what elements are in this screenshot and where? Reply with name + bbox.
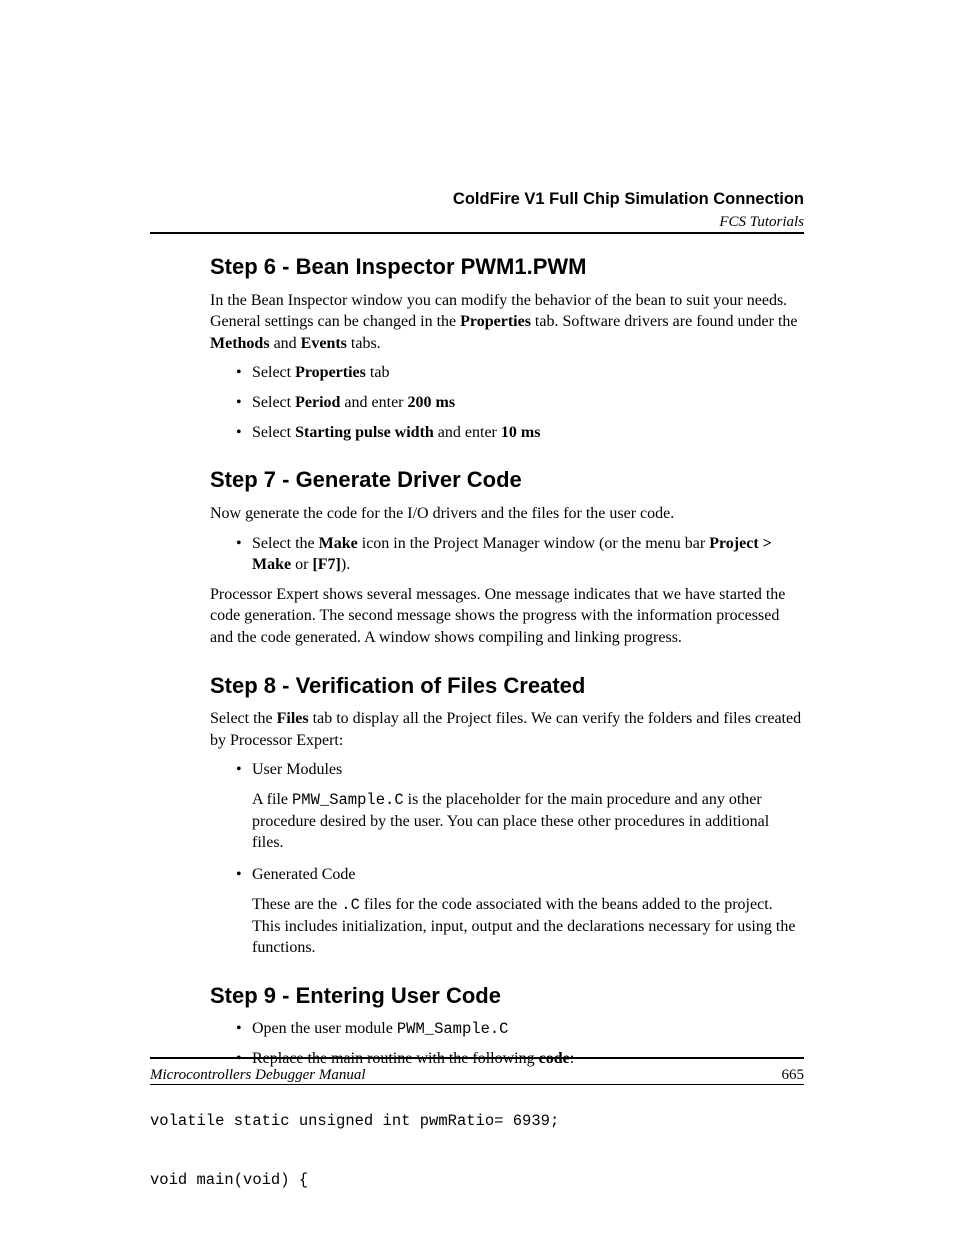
code-block: volatile static unsigned int pwmRatio= 6… [150, 1107, 804, 1195]
bold: [F7] [312, 556, 340, 573]
list-item: Select Period and enter 200 ms [236, 392, 804, 414]
step6-heading: Step 6 - Bean Inspector PWM1.PWM [210, 252, 804, 282]
text: tab [366, 364, 390, 381]
text: Select [252, 364, 295, 381]
text: and enter [340, 394, 407, 411]
step8-heading: Step 8 - Verification of Files Created [210, 671, 804, 701]
text: Select [252, 424, 295, 441]
page-number: 665 [782, 1065, 805, 1085]
code-inline: PWM_Sample.C [397, 1020, 509, 1038]
text: Generated Code [252, 866, 356, 883]
chapter-title: ColdFire V1 Full Chip Simulation Connect… [150, 188, 804, 210]
document-page: ColdFire V1 Full Chip Simulation Connect… [0, 0, 954, 1235]
step8-bullets-2: Generated Code [236, 864, 804, 886]
list-item: Open the user module PWM_Sample.C [236, 1018, 804, 1040]
manual-title: Microcontrollers Debugger Manual [150, 1067, 366, 1083]
text: User Modules [252, 761, 342, 778]
text: tabs. [347, 335, 381, 352]
step9-heading: Step 9 - Entering User Code [210, 981, 804, 1011]
step8-intro: Select the Files tab to display all the … [210, 708, 804, 751]
footer-rule [150, 1057, 804, 1059]
methods-word: Methods [210, 335, 270, 352]
page-content: Step 6 - Bean Inspector PWM1.PWM In the … [210, 252, 804, 1195]
step8-bullets: User Modules [236, 759, 804, 781]
step7-intro: Now generate the code for the I/O driver… [210, 503, 804, 525]
code-inline: .C [341, 896, 360, 914]
text: Select [252, 394, 295, 411]
bold: 200 ms [408, 394, 456, 411]
text: icon in the Project Manager window (or t… [358, 535, 709, 552]
text: A file [252, 791, 292, 808]
header-rule [150, 232, 804, 234]
text: Open the user module [252, 1020, 397, 1037]
text: or [291, 556, 312, 573]
running-header: ColdFire V1 Full Chip Simulation Connect… [150, 188, 804, 233]
step7-bullets: Select the Make icon in the Project Mana… [236, 533, 804, 576]
step8-b1-desc: A file PMW_Sample.C is the placeholder f… [252, 789, 804, 854]
text: and [270, 335, 301, 352]
list-item: Generated Code [236, 864, 804, 886]
step8-b2-desc: These are the .C files for the code asso… [252, 894, 804, 959]
bold: 10 ms [501, 424, 541, 441]
text: tab. Software drivers are found under th… [531, 313, 798, 330]
code-line: volatile static unsigned int pwmRatio= 6… [150, 1112, 559, 1130]
code-inline: PMW_Sample.C [292, 791, 404, 809]
properties-word: Properties [460, 313, 531, 330]
list-item: Select the Make icon in the Project Mana… [236, 533, 804, 576]
page-footer: Microcontrollers Debugger Manual 665 [150, 1065, 804, 1085]
text: and enter [434, 424, 501, 441]
list-item: User Modules [236, 759, 804, 781]
text: Select the [252, 535, 319, 552]
text: Select the [210, 710, 277, 727]
section-title: FCS Tutorials [150, 212, 804, 232]
list-item: Select Starting pulse width and enter 10… [236, 422, 804, 444]
step6-bullets: Select Properties tab Select Period and … [236, 362, 804, 443]
code-line: void main(void) { [150, 1171, 308, 1189]
list-item: Select Properties tab [236, 362, 804, 384]
step9-bullets: Open the user module PWM_Sample.C Replac… [236, 1018, 804, 1070]
bold: Files [277, 710, 309, 727]
bold: Make [319, 535, 358, 552]
bold: Starting pulse width [295, 424, 434, 441]
step7-para2: Processor Expert shows several messages.… [210, 584, 804, 649]
text: ). [341, 556, 350, 573]
events-word: Events [301, 335, 347, 352]
bold: Period [295, 394, 340, 411]
bold: Properties [295, 364, 366, 381]
step6-intro: In the Bean Inspector window you can mod… [210, 290, 804, 355]
step7-heading: Step 7 - Generate Driver Code [210, 465, 804, 495]
text: These are the [252, 896, 341, 913]
